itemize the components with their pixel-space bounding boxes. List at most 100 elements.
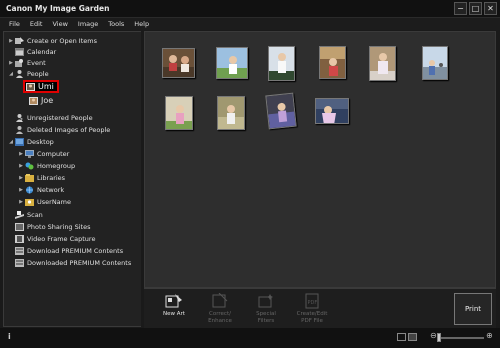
photo-thumbnail[interactable] [319, 46, 346, 79]
window-controls: − □ ✕ [454, 2, 497, 15]
sidebar-item-label: Video Frame Capture [27, 234, 96, 243]
sidebar-item-label: Network [37, 185, 65, 194]
download-premium-icon [15, 246, 24, 255]
expand-arrow-icon[interactable]: ▶ [7, 60, 15, 66]
create-edit-pdf-label-1: Create/Edit [296, 311, 328, 317]
sidebar-item-video-frame[interactable]: Video Frame Capture [15, 233, 95, 244]
menu-tools[interactable]: Tools [105, 18, 131, 30]
sidebar-item-umi[interactable]: Umi [23, 80, 59, 93]
create-edit-pdf-label-2: PDF File [301, 317, 323, 324]
sidebar-item-scan[interactable]: Scan [15, 209, 43, 220]
sidebar-item-label: Event [27, 58, 46, 67]
user-folder-icon [25, 198, 34, 206]
photo-thumbnail[interactable] [268, 46, 295, 81]
create-edit-pdf-button[interactable]: PDF Create/Edit PDF File [292, 293, 332, 324]
correct-enhance-icon [211, 292, 229, 309]
photo-thumbnail[interactable] [265, 92, 297, 130]
photo-thumbnail[interactable] [165, 96, 193, 130]
menu-image[interactable]: Image [75, 18, 105, 30]
unregistered-person-icon: ? [15, 113, 24, 124]
video-frame-icon [15, 234, 24, 243]
menu-file[interactable]: File [6, 18, 27, 30]
new-art-label: New Art [163, 311, 185, 317]
new-art-button[interactable]: New Art [154, 293, 194, 318]
zoom-in-icon[interactable]: ⊕ [486, 331, 493, 340]
new-art-icon [165, 293, 183, 309]
sidebar-item-download-premium[interactable]: Download PREMIUM Contents [15, 245, 123, 256]
sidebar-item-desktop[interactable]: ◢ Desktop [7, 136, 54, 147]
sidebar-item-deleted-images[interactable]: Deleted Images of People [15, 124, 110, 135]
sidebar-item-label: Homegroup [37, 161, 76, 170]
bottom-toolbar: New Art Correct/ Enhance Special Filters… [144, 288, 496, 328]
special-filters-button[interactable]: Special Filters [246, 293, 286, 324]
sidebar-item-libraries[interactable]: ▶ Libraries [17, 172, 65, 183]
expand-arrow-icon[interactable]: ▶ [17, 187, 25, 193]
photo-thumbnail[interactable] [162, 48, 195, 78]
computer-icon [25, 149, 34, 158]
photo-thumbnail[interactable] [217, 96, 245, 130]
sidebar-item-computer[interactable]: ▶ Computer [17, 148, 69, 159]
desktop-icon [15, 137, 24, 146]
collapse-arrow-icon[interactable]: ◢ [7, 139, 15, 145]
collapse-arrow-icon[interactable]: ◢ [7, 71, 15, 77]
photo-thumbnail[interactable] [216, 47, 248, 79]
sidebar-item-label: People [27, 69, 49, 78]
network-icon [25, 186, 34, 194]
list-view-icon[interactable] [397, 333, 406, 341]
sidebar-item-people[interactable]: ◢ People [7, 68, 49, 79]
photo-thumbnail[interactable] [369, 46, 396, 81]
downloaded-premium-icon [15, 258, 24, 267]
scan-icon [15, 210, 24, 219]
sidebar-item-network[interactable]: ▶ Network [17, 184, 64, 195]
sidebar-item-photo-sharing[interactable]: Photo Sharing Sites [15, 221, 91, 232]
svg-text:PDF: PDF [308, 300, 318, 306]
sidebar-item-label: Unregistered People [27, 113, 93, 122]
zoom-slider[interactable] [440, 337, 484, 339]
expand-arrow-icon[interactable]: ▶ [7, 38, 15, 44]
sidebar-item-event[interactable]: ▶ Event [7, 57, 46, 68]
menu-view[interactable]: View [49, 18, 74, 30]
sidebar-item-homegroup[interactable]: ▶ Homegroup [17, 160, 75, 171]
sidebar-item-calendar[interactable]: Calendar [15, 46, 56, 57]
sidebar-item-label: Calendar [27, 47, 57, 56]
maximize-button[interactable]: □ [469, 2, 482, 15]
photo-thumbnail[interactable] [422, 46, 448, 80]
sidebar-item-downloaded-premium[interactable]: Downloaded PREMIUM Contents [15, 257, 131, 268]
photo-thumbnail[interactable] [315, 98, 349, 124]
svg-text:?: ? [20, 118, 23, 122]
menu-help[interactable]: Help [131, 18, 156, 30]
sidebar-item-username[interactable]: ▶ UserName [17, 196, 71, 207]
sidebar-item-label: Desktop [27, 137, 54, 146]
print-button[interactable]: Print [454, 293, 492, 325]
person-photo-icon [29, 96, 38, 105]
close-button[interactable]: ✕ [484, 2, 497, 15]
sidebar-item-label: Scan [27, 210, 43, 219]
libraries-icon [25, 173, 34, 182]
minimize-button[interactable]: − [454, 2, 467, 15]
zoom-slider-handle[interactable] [437, 333, 441, 342]
homegroup-icon [25, 162, 34, 170]
grid-view-icon[interactable] [408, 333, 417, 341]
sidebar-item-label: Create or Open Items [27, 36, 97, 45]
sidebar-item-label: Photo Sharing Sites [27, 222, 91, 231]
expand-arrow-icon[interactable]: ▶ [17, 175, 25, 181]
menu-edit[interactable]: Edit [27, 18, 50, 30]
correct-enhance-label-2: Enhance [208, 317, 232, 324]
sidebar-item-label: Joe [41, 96, 54, 105]
deleted-person-icon [15, 125, 24, 134]
zoom-out-icon[interactable]: ⊖ [430, 331, 437, 340]
sidebar-item-create-open[interactable]: ▶ Create or Open Items [7, 35, 97, 46]
expand-arrow-icon[interactable]: ▶ [17, 151, 25, 157]
menu-bar: File Edit View Image Tools Help [0, 18, 500, 30]
correct-enhance-button[interactable]: Correct/ Enhance [200, 292, 240, 324]
title-bar: Canon My Image Garden − □ ✕ [0, 0, 500, 18]
person-icon [15, 69, 24, 78]
calendar-icon [15, 47, 24, 56]
expand-arrow-icon[interactable]: ▶ [17, 199, 25, 205]
sidebar-item-joe[interactable]: Joe [29, 95, 53, 106]
status-bar: i ⊖ ⊕ [0, 328, 500, 348]
expand-arrow-icon[interactable]: ▶ [17, 163, 25, 169]
special-filters-label-2: Filters [257, 317, 275, 324]
info-icon[interactable]: i [8, 332, 11, 341]
sidebar-item-unregistered-people[interactable]: ? Unregistered People [15, 112, 93, 124]
